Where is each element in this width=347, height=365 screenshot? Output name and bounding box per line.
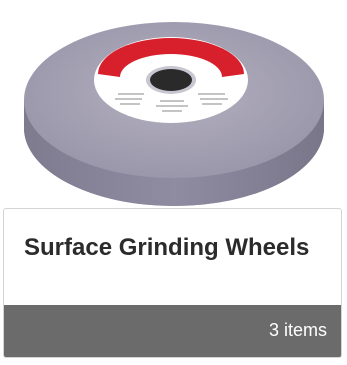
product-image[interactable]: HAAS — [0, 0, 347, 208]
brand-logo: HAAS — [155, 55, 187, 67]
category-info-panel[interactable]: Surface Grinding Wheels 3 items — [3, 208, 342, 358]
category-title[interactable]: Surface Grinding Wheels — [24, 233, 324, 263]
grinding-wheel-image: HAAS — [24, 22, 324, 206]
category-card[interactable]: HAAS Surface Grinding Wheels 3 items — [0, 0, 347, 365]
item-count: 3 items — [268, 320, 327, 340]
item-count-bar: 3 items — [4, 305, 341, 357]
